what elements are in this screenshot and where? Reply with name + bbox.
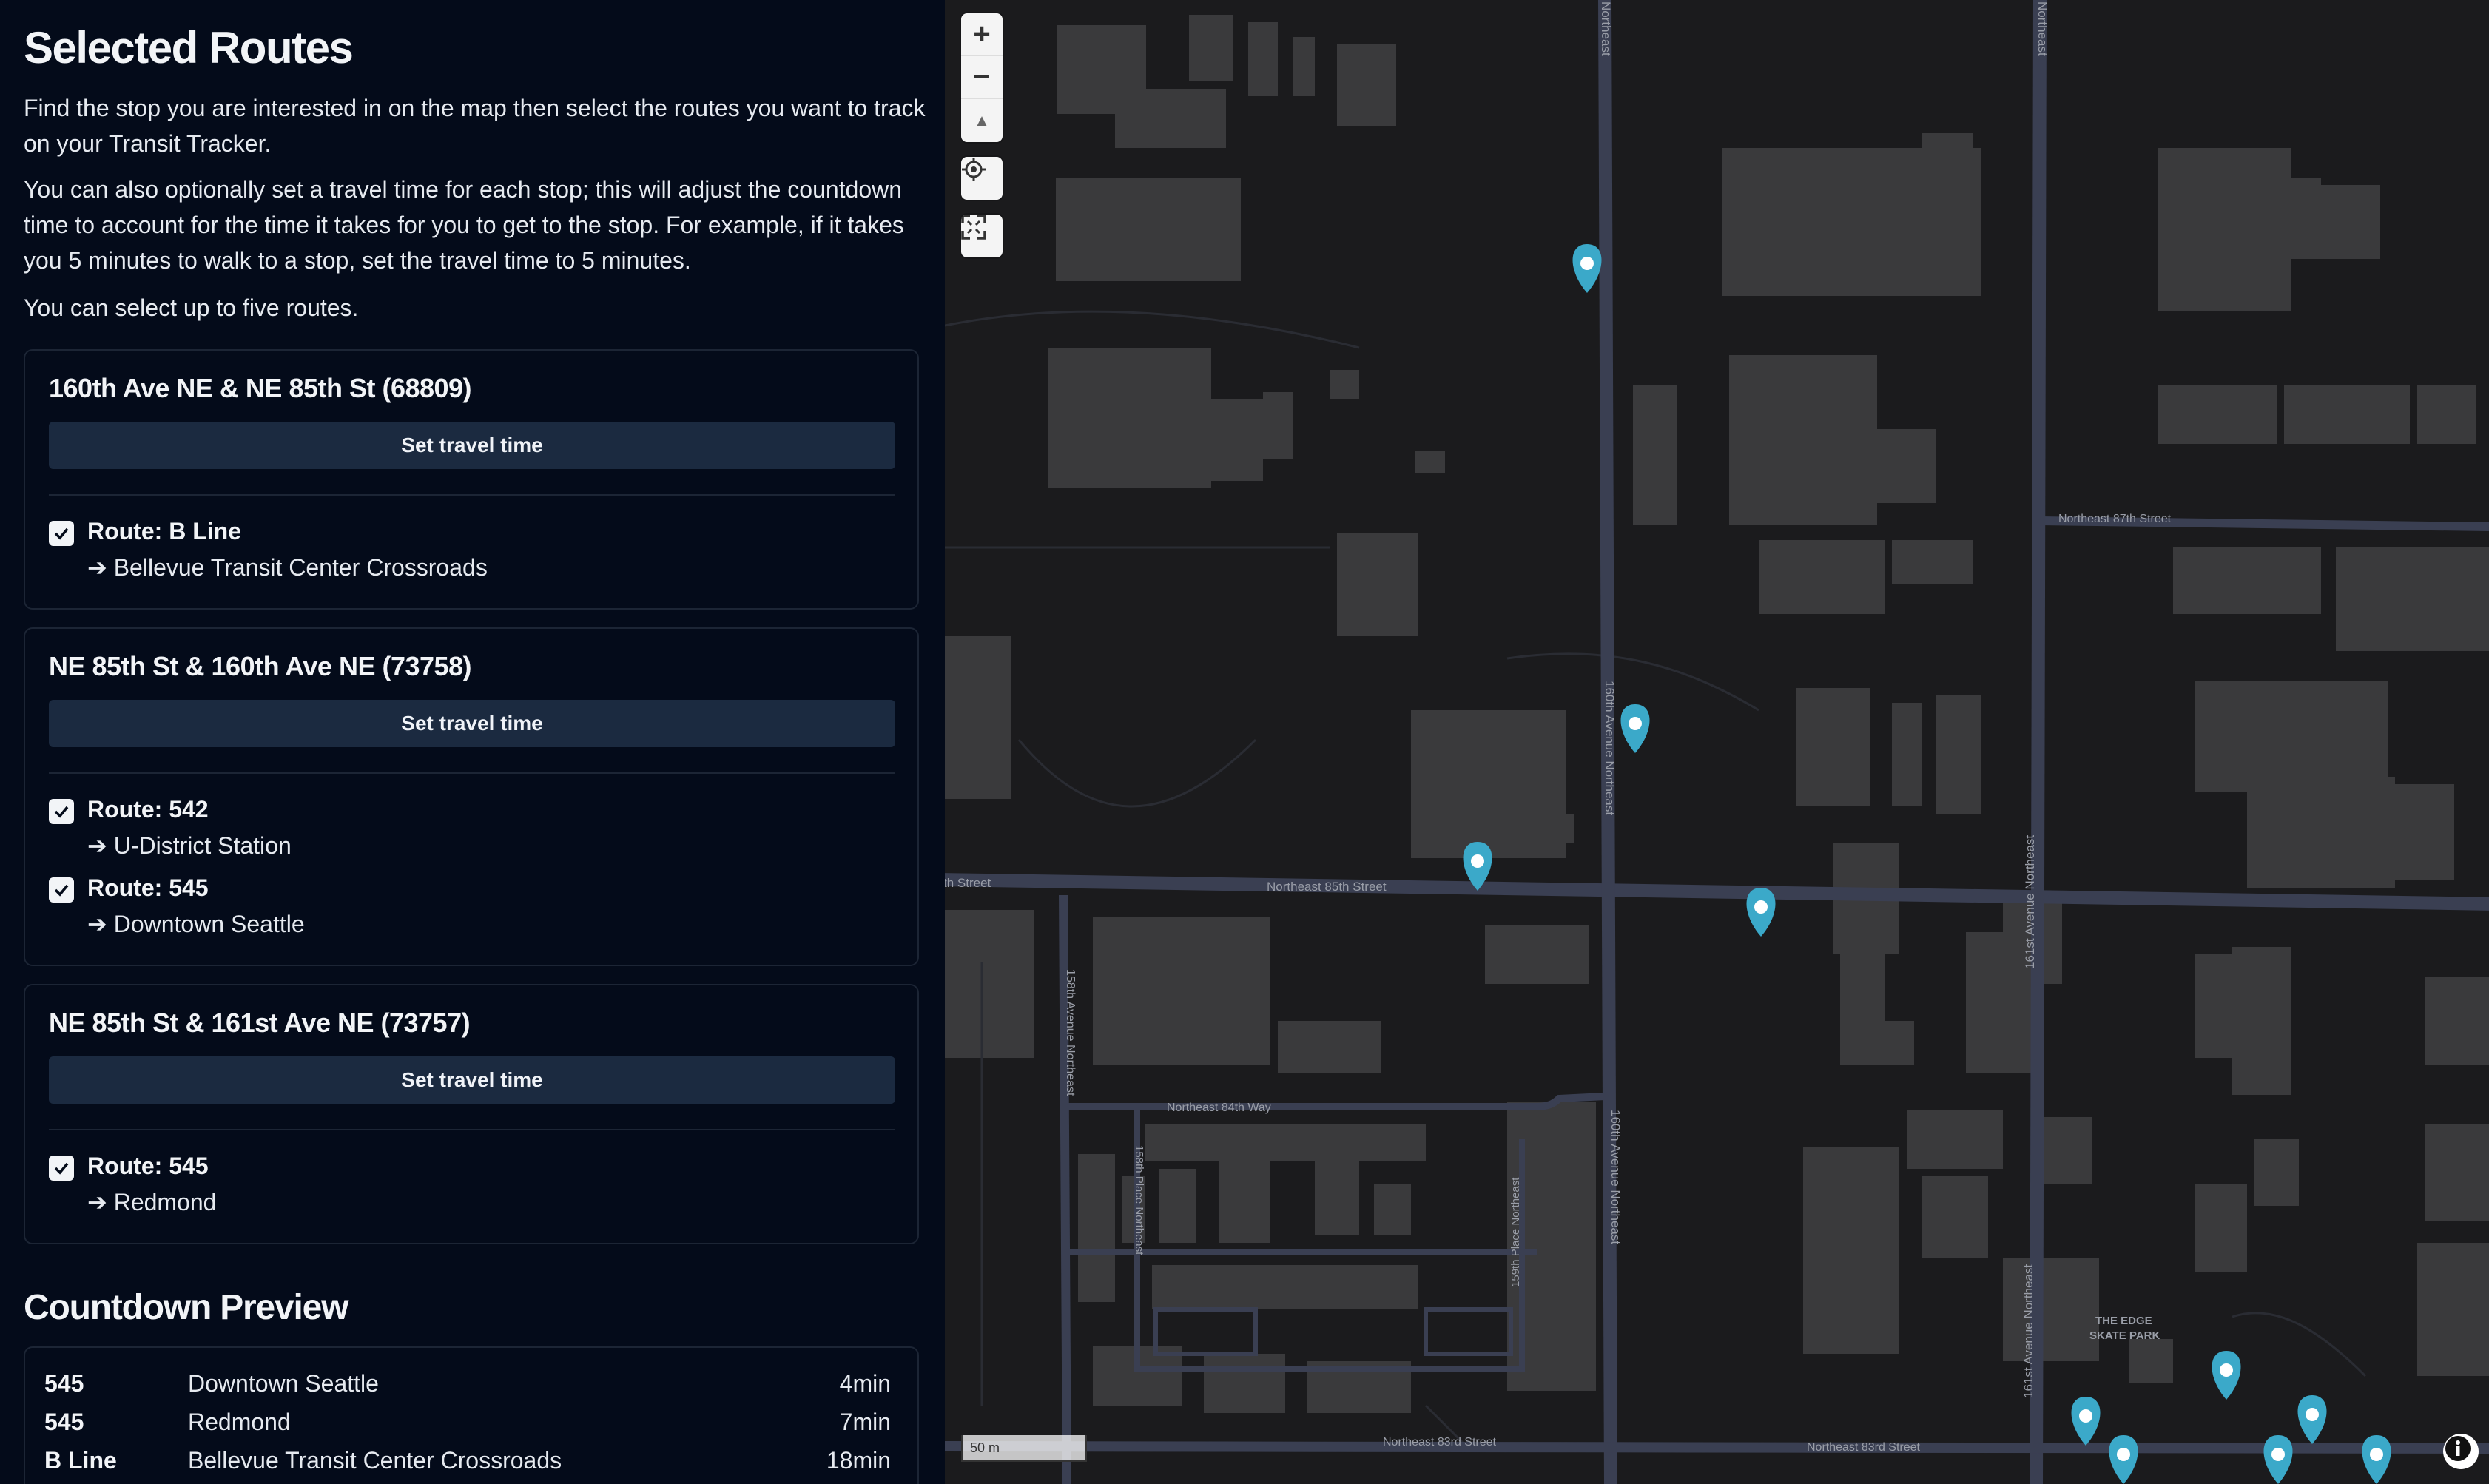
map-marker-icon[interactable] xyxy=(2297,1395,2327,1444)
preview-row: 545 Redmond 7min xyxy=(44,1409,891,1446)
street-label: Northeast xyxy=(1599,1,1613,56)
intro-paragraph: Find the stop you are interested in on t… xyxy=(24,95,926,157)
attribution-button[interactable] xyxy=(2443,1434,2479,1469)
street-label: 158th Place Northeast xyxy=(1133,1145,1145,1255)
set-travel-time-button[interactable]: Set travel time xyxy=(49,700,895,747)
route-limit-paragraph: You can select up to five routes. xyxy=(24,294,359,321)
preview-time: 18min xyxy=(826,1447,891,1474)
preview-route: 545 xyxy=(44,1409,84,1435)
zoom-in-button[interactable]: + xyxy=(961,13,1003,56)
map-marker-icon[interactable] xyxy=(2212,1351,2241,1400)
street-label: 158th Avenue Northeast xyxy=(1064,969,1077,1096)
map-marker-icon[interactable] xyxy=(1746,888,1776,937)
geolocate-control xyxy=(961,157,1003,200)
preview-destination: Redmond xyxy=(188,1409,291,1435)
map-marker-icon[interactable] xyxy=(1620,704,1650,753)
route-label: Route: 545 xyxy=(87,874,209,901)
map-scale: 50 m xyxy=(961,1435,1087,1462)
street-label: Northeast xyxy=(2035,1,2050,56)
stop-card: NE 85th St & 160th Ave NE (73758) Set tr… xyxy=(24,627,919,966)
route-destination: ➔ U-District Station xyxy=(87,832,292,859)
poi-label: THE EDGE xyxy=(2095,1315,2152,1327)
info-icon xyxy=(2445,1436,2471,1461)
stop-card: 160th Ave NE & NE 85th St (68809) Set tr… xyxy=(24,349,919,610)
preview-row: 545 Downtown Seattle 4min xyxy=(44,1370,891,1407)
preview-route: B Line xyxy=(44,1447,117,1474)
divider xyxy=(49,772,895,774)
street-label: 160th Avenue Northeast xyxy=(1603,681,1617,815)
stop-title: 160th Ave NE & NE 85th St (68809) xyxy=(49,373,472,403)
route-checkbox[interactable] xyxy=(49,799,74,824)
poi-label: SKATE PARK xyxy=(2089,1329,2160,1342)
divider xyxy=(49,1129,895,1130)
street-label: th Street xyxy=(945,876,991,890)
divider xyxy=(49,494,895,496)
check-icon xyxy=(54,1162,69,1175)
route-destination: ➔ Downtown Seattle xyxy=(87,911,305,937)
stop-title: NE 85th St & 160th Ave NE (73758) xyxy=(49,651,472,681)
route-option[interactable]: Route: 545 ➔ Downtown Seattle xyxy=(49,874,895,948)
zoom-controls: + − ▲ xyxy=(961,13,1003,142)
countdown-preview: 545 Downtown Seattle 4min 545 Redmond 7m… xyxy=(24,1346,919,1484)
street-label: Northeast 85th Street xyxy=(1267,880,1387,894)
travel-time-paragraph: You can also optionally set a travel tim… xyxy=(24,176,904,274)
street-label: 161st Avenue Northeast xyxy=(2023,835,2037,969)
fullscreen-control xyxy=(961,215,1003,257)
route-checkbox[interactable] xyxy=(49,521,74,546)
street-label: 161st Avenue Northeast xyxy=(2021,1264,2035,1398)
stop-card: NE 85th St & 161st Ave NE (73757) Set tr… xyxy=(24,984,919,1244)
set-travel-time-button[interactable]: Set travel time xyxy=(49,1056,895,1104)
preview-destination: Downtown Seattle xyxy=(188,1370,379,1397)
route-option[interactable]: Route: 542 ➔ U-District Station xyxy=(49,796,895,870)
route-destination: ➔ Redmond xyxy=(87,1189,217,1215)
fullscreen-icon xyxy=(961,215,986,240)
buildings xyxy=(945,15,2489,1413)
preview-destination: Bellevue Transit Center Crossroads xyxy=(188,1447,562,1474)
geolocate-button[interactable] xyxy=(961,157,1003,200)
route-checkbox[interactable] xyxy=(49,877,74,903)
route-label: Route: 545 xyxy=(87,1153,209,1179)
compass-button[interactable]: ▲ xyxy=(961,99,1003,142)
street-label: 160th Avenue Northeast xyxy=(1609,1110,1623,1244)
preview-time: 7min xyxy=(839,1409,891,1435)
zoom-out-button[interactable]: − xyxy=(961,56,1003,99)
check-icon xyxy=(54,884,69,897)
route-label: Route: 542 xyxy=(87,796,209,823)
map-marker-icon[interactable] xyxy=(2109,1435,2138,1484)
route-option[interactable]: Route: 545 ➔ Redmond xyxy=(49,1153,895,1227)
street-label: 159th Place Northeast xyxy=(1509,1177,1522,1287)
route-label: Route: B Line xyxy=(87,518,241,544)
map-marker-icon[interactable] xyxy=(2263,1435,2293,1484)
street-label: Northeast 87th Street xyxy=(2058,513,2172,525)
street-label: Northeast 83rd Street xyxy=(1383,1436,1497,1448)
route-destination: ➔ Bellevue Transit Center Crossroads xyxy=(87,554,488,581)
street-label: Northeast 83rd Street xyxy=(1807,1441,1921,1454)
locate-icon xyxy=(962,158,986,181)
countdown-preview-title: Countdown Preview xyxy=(24,1288,348,1327)
route-option[interactable]: Route: B Line ➔ Bellevue Transit Center … xyxy=(49,518,895,592)
map-canvas[interactable]: Northeast 85th Street th Street Northeas… xyxy=(945,0,2489,1484)
map-marker-icon[interactable] xyxy=(1572,244,1602,293)
check-icon xyxy=(54,806,69,818)
set-travel-time-button[interactable]: Set travel time xyxy=(49,422,895,469)
map-marker-icon[interactable] xyxy=(2071,1397,2101,1446)
page-title: Selected Routes xyxy=(24,23,354,72)
route-checkbox[interactable] xyxy=(49,1156,74,1181)
stop-title: NE 85th St & 161st Ave NE (73757) xyxy=(49,1008,471,1038)
preview-route: 545 xyxy=(44,1370,84,1397)
check-icon xyxy=(54,527,69,540)
fullscreen-button[interactable] xyxy=(961,215,1003,257)
map-view[interactable]: Northeast 85th Street th Street Northeas… xyxy=(945,0,2489,1484)
preview-row: B Line Bellevue Transit Center Crossroad… xyxy=(44,1447,891,1484)
preview-time: 4min xyxy=(839,1370,891,1397)
street-label: Northeast 84th Way xyxy=(1167,1102,1271,1114)
map-marker-icon[interactable] xyxy=(2362,1435,2391,1484)
side-panel: Selected Routes Find the stop you are in… xyxy=(0,0,945,1484)
